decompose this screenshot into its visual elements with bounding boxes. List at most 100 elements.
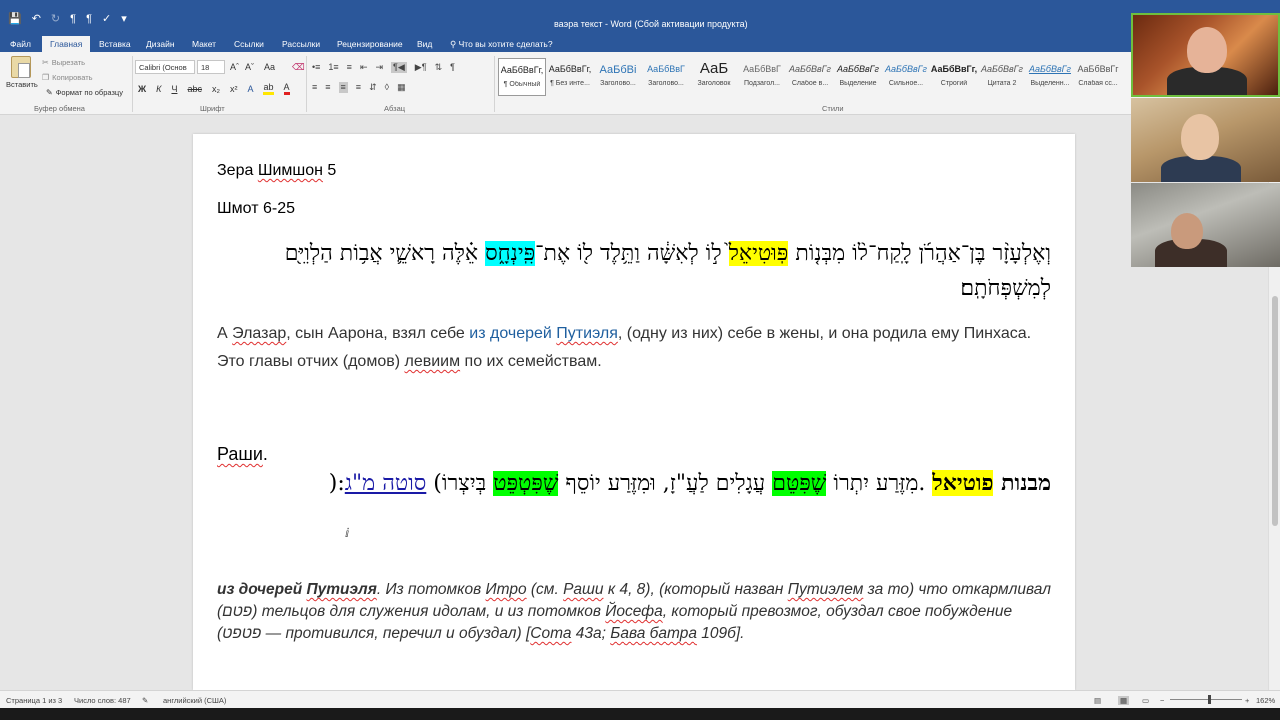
shading-icon[interactable]: ◊ (385, 82, 389, 93)
tab-home[interactable]: Главная (42, 36, 91, 52)
superscript-icon[interactable]: x² (230, 84, 238, 94)
doc-line-reference: Шмот 6-25 (217, 200, 296, 217)
undo-icon[interactable]: ↶ (32, 13, 41, 25)
style-sample: АаБбВвГг (981, 64, 1023, 74)
text-run: Путиэля (306, 581, 377, 598)
tab-design[interactable]: Дизайн (146, 39, 175, 49)
align-center-icon[interactable]: ≡ (325, 82, 330, 93)
justify-icon[interactable]: ≡ (356, 82, 361, 93)
video-tile-participant[interactable] (1131, 98, 1280, 182)
highlight-color-icon[interactable]: ab (263, 82, 274, 95)
ltr-icon[interactable]: ¶ (86, 13, 92, 25)
web-layout-icon[interactable]: ▭ (1142, 696, 1149, 705)
bullets-icon[interactable]: •≡ (312, 62, 320, 73)
redo-icon[interactable]: ↻ (51, 13, 60, 25)
align-right-icon[interactable]: ≡ (338, 82, 348, 93)
numbering-icon[interactable]: 1≡ (328, 62, 338, 73)
cut-button[interactable]: ✂ Вырезать (42, 58, 85, 67)
zoom-level[interactable]: 162% (1256, 696, 1275, 705)
style-name: Заголово... (600, 80, 636, 87)
change-case-icon[interactable]: Aa (264, 62, 275, 72)
tab-mailings[interactable]: Рассылки (282, 39, 320, 49)
line-spacing-icon[interactable]: ⇵ (369, 82, 377, 93)
style-quote-2[interactable]: АаБбВвГг Цитата 2 (978, 58, 1026, 96)
style-emphasis[interactable]: АаБбВвГг Выделение (834, 58, 882, 96)
tab-layout[interactable]: Макет (192, 39, 216, 49)
language-indicator[interactable]: английский (США) (163, 696, 226, 705)
participant-face (1187, 27, 1227, 73)
ltr-direction-icon[interactable]: ▶¶ (415, 62, 427, 73)
video-tile-participant[interactable] (1131, 183, 1280, 267)
text-effects-icon[interactable]: A (247, 84, 253, 94)
style-strong[interactable]: АаБбВвГг, Строгий (930, 58, 978, 96)
rashi-hebrew: מבנות פוטיאל .מִזֶּרַע יִתְרוֹ שֶׁפִּטֵּ… (217, 466, 1051, 501)
proofing-icon[interactable]: ✎ (142, 696, 148, 705)
style-subtitle[interactable]: АаБбВвГ Подзагол... (738, 58, 786, 96)
word-count[interactable]: Число слов: 487 (74, 696, 131, 705)
underline-icon[interactable]: Ч (171, 84, 177, 94)
paste-button[interactable]: Вставить (6, 56, 38, 89)
zoom-slider[interactable] (1170, 699, 1242, 700)
page-count[interactable]: Страница 1 из 3 (6, 696, 62, 705)
style-subtle-emphasis[interactable]: АаБбВвГг Слабое в... (786, 58, 834, 96)
text-run: וְאֶלְעָזָ֨ר בֶּן־אַהֲרֹ֜ן לָֽקַח־ל֨וֹ מ… (788, 241, 1051, 266)
grow-font-icon[interactable]: Aˆ (230, 62, 239, 72)
increase-indent-icon[interactable]: ⇥ (375, 62, 383, 73)
show-marks-icon[interactable]: ¶ (450, 62, 455, 73)
style-name: Цитата 2 (987, 80, 1017, 87)
style-subtle-reference[interactable]: АаБбВвГг Слабая сс... (1074, 58, 1122, 96)
text-run: из дочерей (469, 325, 557, 342)
bottom-edge (0, 708, 1280, 720)
print-layout-icon[interactable]: ▦ (1118, 696, 1130, 705)
read-mode-icon[interactable]: ▤ (1094, 696, 1101, 705)
style-normal[interactable]: АаБбВвГг, ¶ Обычный (498, 58, 546, 96)
save-icon[interactable]: 💾 (8, 13, 22, 25)
customize-qat-icon[interactable]: ▾ (121, 13, 127, 25)
zoom-slider-thumb[interactable] (1208, 695, 1211, 704)
rtl-icon[interactable]: ¶ (70, 13, 76, 25)
align-left-icon[interactable]: ≡ (312, 82, 317, 93)
style-intense-quote[interactable]: АаБбВвГг Выделенн... (1026, 58, 1074, 96)
style-no-spacing[interactable]: АаБбВвГг, ¶ Без инте... (546, 58, 594, 96)
tab-view[interactable]: Вид (417, 39, 432, 49)
tell-me-box[interactable]: ⚲ Что вы хотите сделать? (450, 39, 553, 50)
clear-format-icon[interactable]: ⌫ (292, 62, 305, 73)
italic-icon[interactable]: К (156, 84, 161, 94)
font-color-icon[interactable]: A (283, 82, 290, 95)
style-intense-emphasis[interactable]: АаБбВвГг Сильное... (882, 58, 930, 96)
paragraph-group-label: Абзац (384, 104, 406, 113)
highlighted-word: שֶׁפִּטֵּם (772, 471, 827, 496)
copy-button[interactable]: ❐ Копировать (42, 73, 93, 82)
scrollbar-thumb[interactable] (1272, 296, 1278, 526)
font-name-box[interactable]: Calibri (Основ (135, 60, 195, 74)
style-title[interactable]: АаБ Заголовок (690, 58, 738, 96)
borders-icon[interactable]: ▦ (397, 82, 406, 93)
zoom-out-icon[interactable]: − (1160, 696, 1164, 705)
style-heading-1[interactable]: АаБбВі Заголово... (594, 58, 642, 96)
style-name: ¶ Без инте... (550, 80, 590, 87)
font-size-box[interactable]: 18 (197, 60, 225, 74)
style-sample: АаБбВвГ (743, 64, 781, 74)
spellcheck-icon[interactable]: ✓ (102, 13, 111, 25)
strikethrough-icon[interactable]: abc (187, 84, 202, 94)
paragraph-row-1: •≡ 1≡ ≡ ⇤ ⇥ ¶◀ ▶¶ ⇅ ¶ (312, 62, 455, 73)
sort-icon[interactable]: ⇅ (435, 62, 443, 73)
multilevel-list-icon[interactable]: ≡ (347, 62, 352, 73)
decrease-indent-icon[interactable]: ⇤ (360, 62, 368, 73)
tab-file[interactable]: Файл (10, 39, 31, 49)
bold-icon[interactable]: Ж (138, 84, 146, 94)
tab-insert[interactable]: Вставка (99, 39, 131, 49)
video-tile-speaker[interactable] (1131, 13, 1280, 97)
sota-link[interactable]: סוטה מ"ג (345, 471, 427, 496)
zoom-in-icon[interactable]: + (1245, 696, 1249, 705)
style-sample: АаБбВвГг (885, 64, 927, 74)
rtl-direction-icon[interactable]: ¶◀ (391, 62, 407, 73)
format-painter-button[interactable]: ✎ Формат по образцу (46, 88, 123, 97)
style-heading-2[interactable]: АаБбВвГ Заголово... (642, 58, 690, 96)
document-page[interactable]: Зера Шимшон 5 Шмот 6-25 וְאֶלְעָזָ֨ר בֶּ… (193, 134, 1075, 690)
tab-references[interactable]: Ссылки (234, 39, 264, 49)
tab-review[interactable]: Рецензирование (337, 39, 403, 49)
subscript-icon[interactable]: x₂ (212, 84, 220, 94)
shrink-font-icon[interactable]: Aˇ (245, 62, 254, 72)
highlighted-word: שֶׁפִּטְפֵּט (493, 471, 559, 496)
